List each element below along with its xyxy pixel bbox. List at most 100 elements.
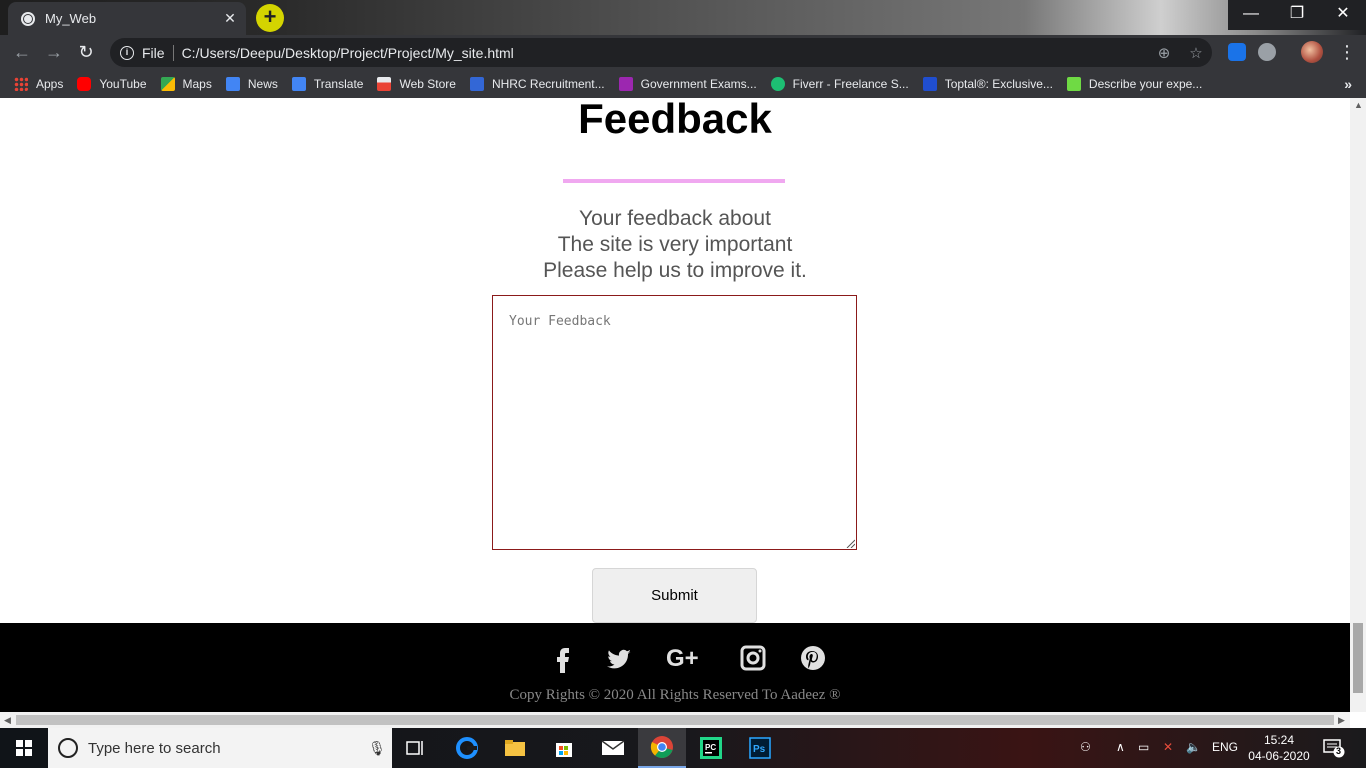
svg-text:G+: G+ [666,645,699,672]
people-icon[interactable]: ⚇ [1080,740,1091,754]
address-bar[interactable]: i File C:/Users/Deepu/Desktop/Project/Pr… [110,38,1212,67]
tab-close-icon[interactable]: ✕ [220,10,240,27]
google-plus-icon[interactable]: G+ [666,643,706,673]
url-separator [172,44,174,61]
bookmark-label: Maps [182,77,212,91]
task-view-icon[interactable] [392,728,440,768]
browser-menu-icon[interactable]: ⋮ [1338,41,1356,63]
search-placeholder: Type here to search [88,739,221,757]
bookmark-upwork[interactable]: Describe your expe... [1066,77,1203,91]
resize-grip-icon[interactable] [845,538,855,548]
clock-time: 15:24 [1263,733,1295,747]
tab-title: My_Web [45,11,97,26]
horizontal-scroll-thumb[interactable] [16,715,1334,725]
bookmark-label: NHRC Recruitment... [491,77,605,91]
network-disconnected-icon[interactable]: ✕ [1163,740,1173,754]
intro-line: Please help us to improve it. [543,259,807,282]
copyright-text: Copy Rights © 2020 All Rights Reserved T… [509,687,841,703]
bookmark-fiverr[interactable]: Fiverr - Freelance S... [770,77,909,91]
zoom-icon[interactable]: ⊕ [1148,44,1180,62]
url-text[interactable]: C:/Users/Deepu/Desktop/Project/Project/M… [182,45,1148,61]
bookmark-label: News [247,77,278,91]
bookmark-news[interactable]: News [225,77,278,91]
title-underline [563,179,785,183]
feedback-textarea[interactable]: Your Feedback [492,295,857,550]
instagram-icon[interactable] [738,643,768,673]
file-explorer-icon[interactable] [491,728,539,768]
info-icon[interactable]: i [120,45,134,60]
nhrc-icon [469,77,484,91]
svg-text:Ps: Ps [753,744,766,755]
bookmark-apps[interactable]: Apps [14,77,63,91]
bookmarks-more-icon[interactable]: » [1344,76,1352,92]
notification-count-badge: 3 [1336,746,1342,756]
bookmark-youtube[interactable]: YouTube [77,77,147,91]
extension-clock-icon[interactable] [1258,43,1276,61]
windows-taskbar: Type here to search 🎙 PC Ps ⚇ ∧ ▭ ✕ 🔈 EN… [0,728,1366,768]
horizontal-scrollbar[interactable]: ◀ ▶ [0,712,1350,728]
taskbar-search-box[interactable]: Type here to search 🎙 [48,728,392,768]
page-viewport: Feedback Your feedback about The site is… [0,98,1350,712]
page-title: Feedback [578,98,772,142]
system-clock[interactable]: 15:24 04-06-2020 [1248,732,1310,764]
forward-arrow-icon[interactable]: → [42,40,66,64]
pinterest-icon[interactable] [798,643,828,673]
fiverr-icon [770,77,785,91]
bookmark-label: Government Exams... [640,77,757,91]
apps-grid-icon [14,77,28,91]
bookmark-government-exams[interactable]: Government Exams... [618,77,757,91]
bookmark-maps[interactable]: Maps [160,77,212,91]
bookmarks-bar: Apps YouTube Maps News Translate Web Sto… [0,70,1366,98]
clock-date: 04-06-2020 [1248,749,1310,763]
feedback-intro: Your feedback about The site is very imp… [0,206,1350,284]
bookmark-label: Fiverr - Freelance S... [792,77,909,91]
bookmark-toptal[interactable]: Toptal®: Exclusive... [922,77,1053,91]
bookmark-label: Apps [36,77,64,91]
minimize-button[interactable]: — [1228,0,1274,30]
language-indicator[interactable]: ENG [1212,740,1238,754]
extension-icon[interactable] [1228,43,1246,61]
battery-icon[interactable]: ▭ [1138,740,1149,754]
bookmark-star-icon[interactable]: ☆ [1180,44,1212,62]
photoshop-icon[interactable]: Ps [736,728,784,768]
news-icon [225,77,240,91]
new-tab-button[interactable]: + [256,4,284,32]
vertical-scrollbar[interactable]: ▲ [1350,98,1366,712]
restore-button[interactable]: ❐ [1274,0,1320,30]
show-hidden-icons-icon[interactable]: ∧ [1116,740,1125,754]
close-window-button[interactable]: ✕ [1320,0,1366,30]
reload-icon[interactable]: ↻ [74,40,98,64]
government-exams-icon [618,77,633,91]
bookmark-translate[interactable]: Translate [291,77,364,91]
feedback-placeholder: Your Feedback [509,314,611,329]
bookmark-nhrc[interactable]: NHRC Recruitment... [469,77,605,91]
footer: G+ Copy Rights © 2020 All Rights Reserve… [0,623,1350,712]
vertical-scroll-thumb[interactable] [1353,623,1363,693]
facebook-icon[interactable] [548,643,578,673]
edge-browser-icon[interactable] [443,728,491,768]
youtube-icon [77,77,92,91]
volume-icon[interactable]: 🔈 [1186,740,1201,754]
chrome-icon[interactable] [638,728,686,768]
bookmark-web-store[interactable]: Web Store [377,77,456,91]
submit-button[interactable]: Submit [592,568,757,623]
bookmark-label: Translate [313,77,364,91]
scroll-left-arrow-icon[interactable]: ◀ [4,715,11,726]
windows-start-icon[interactable] [0,728,48,768]
back-arrow-icon[interactable]: ← [10,40,34,64]
cortana-icon [58,738,78,758]
scroll-right-arrow-icon[interactable]: ▶ [1338,715,1345,726]
microsoft-store-icon[interactable] [540,728,588,768]
microphone-icon[interactable]: 🎙 [362,740,392,757]
browser-toolbar: ← → ↻ i File C:/Users/Deepu/Desktop/Proj… [0,35,1366,70]
pycharm-icon[interactable]: PC [687,728,735,768]
intro-line: Your feedback about [579,207,771,230]
upwork-icon [1066,77,1081,91]
mail-icon[interactable] [589,728,637,768]
bookmark-label: Describe your expe... [1088,77,1203,91]
twitter-icon[interactable] [604,643,634,673]
profile-avatar[interactable] [1301,41,1323,63]
scroll-up-arrow-icon[interactable]: ▲ [1354,100,1363,110]
browser-tab[interactable]: My_Web ✕ [8,2,246,35]
action-center-icon[interactable]: 3 [1323,738,1345,758]
